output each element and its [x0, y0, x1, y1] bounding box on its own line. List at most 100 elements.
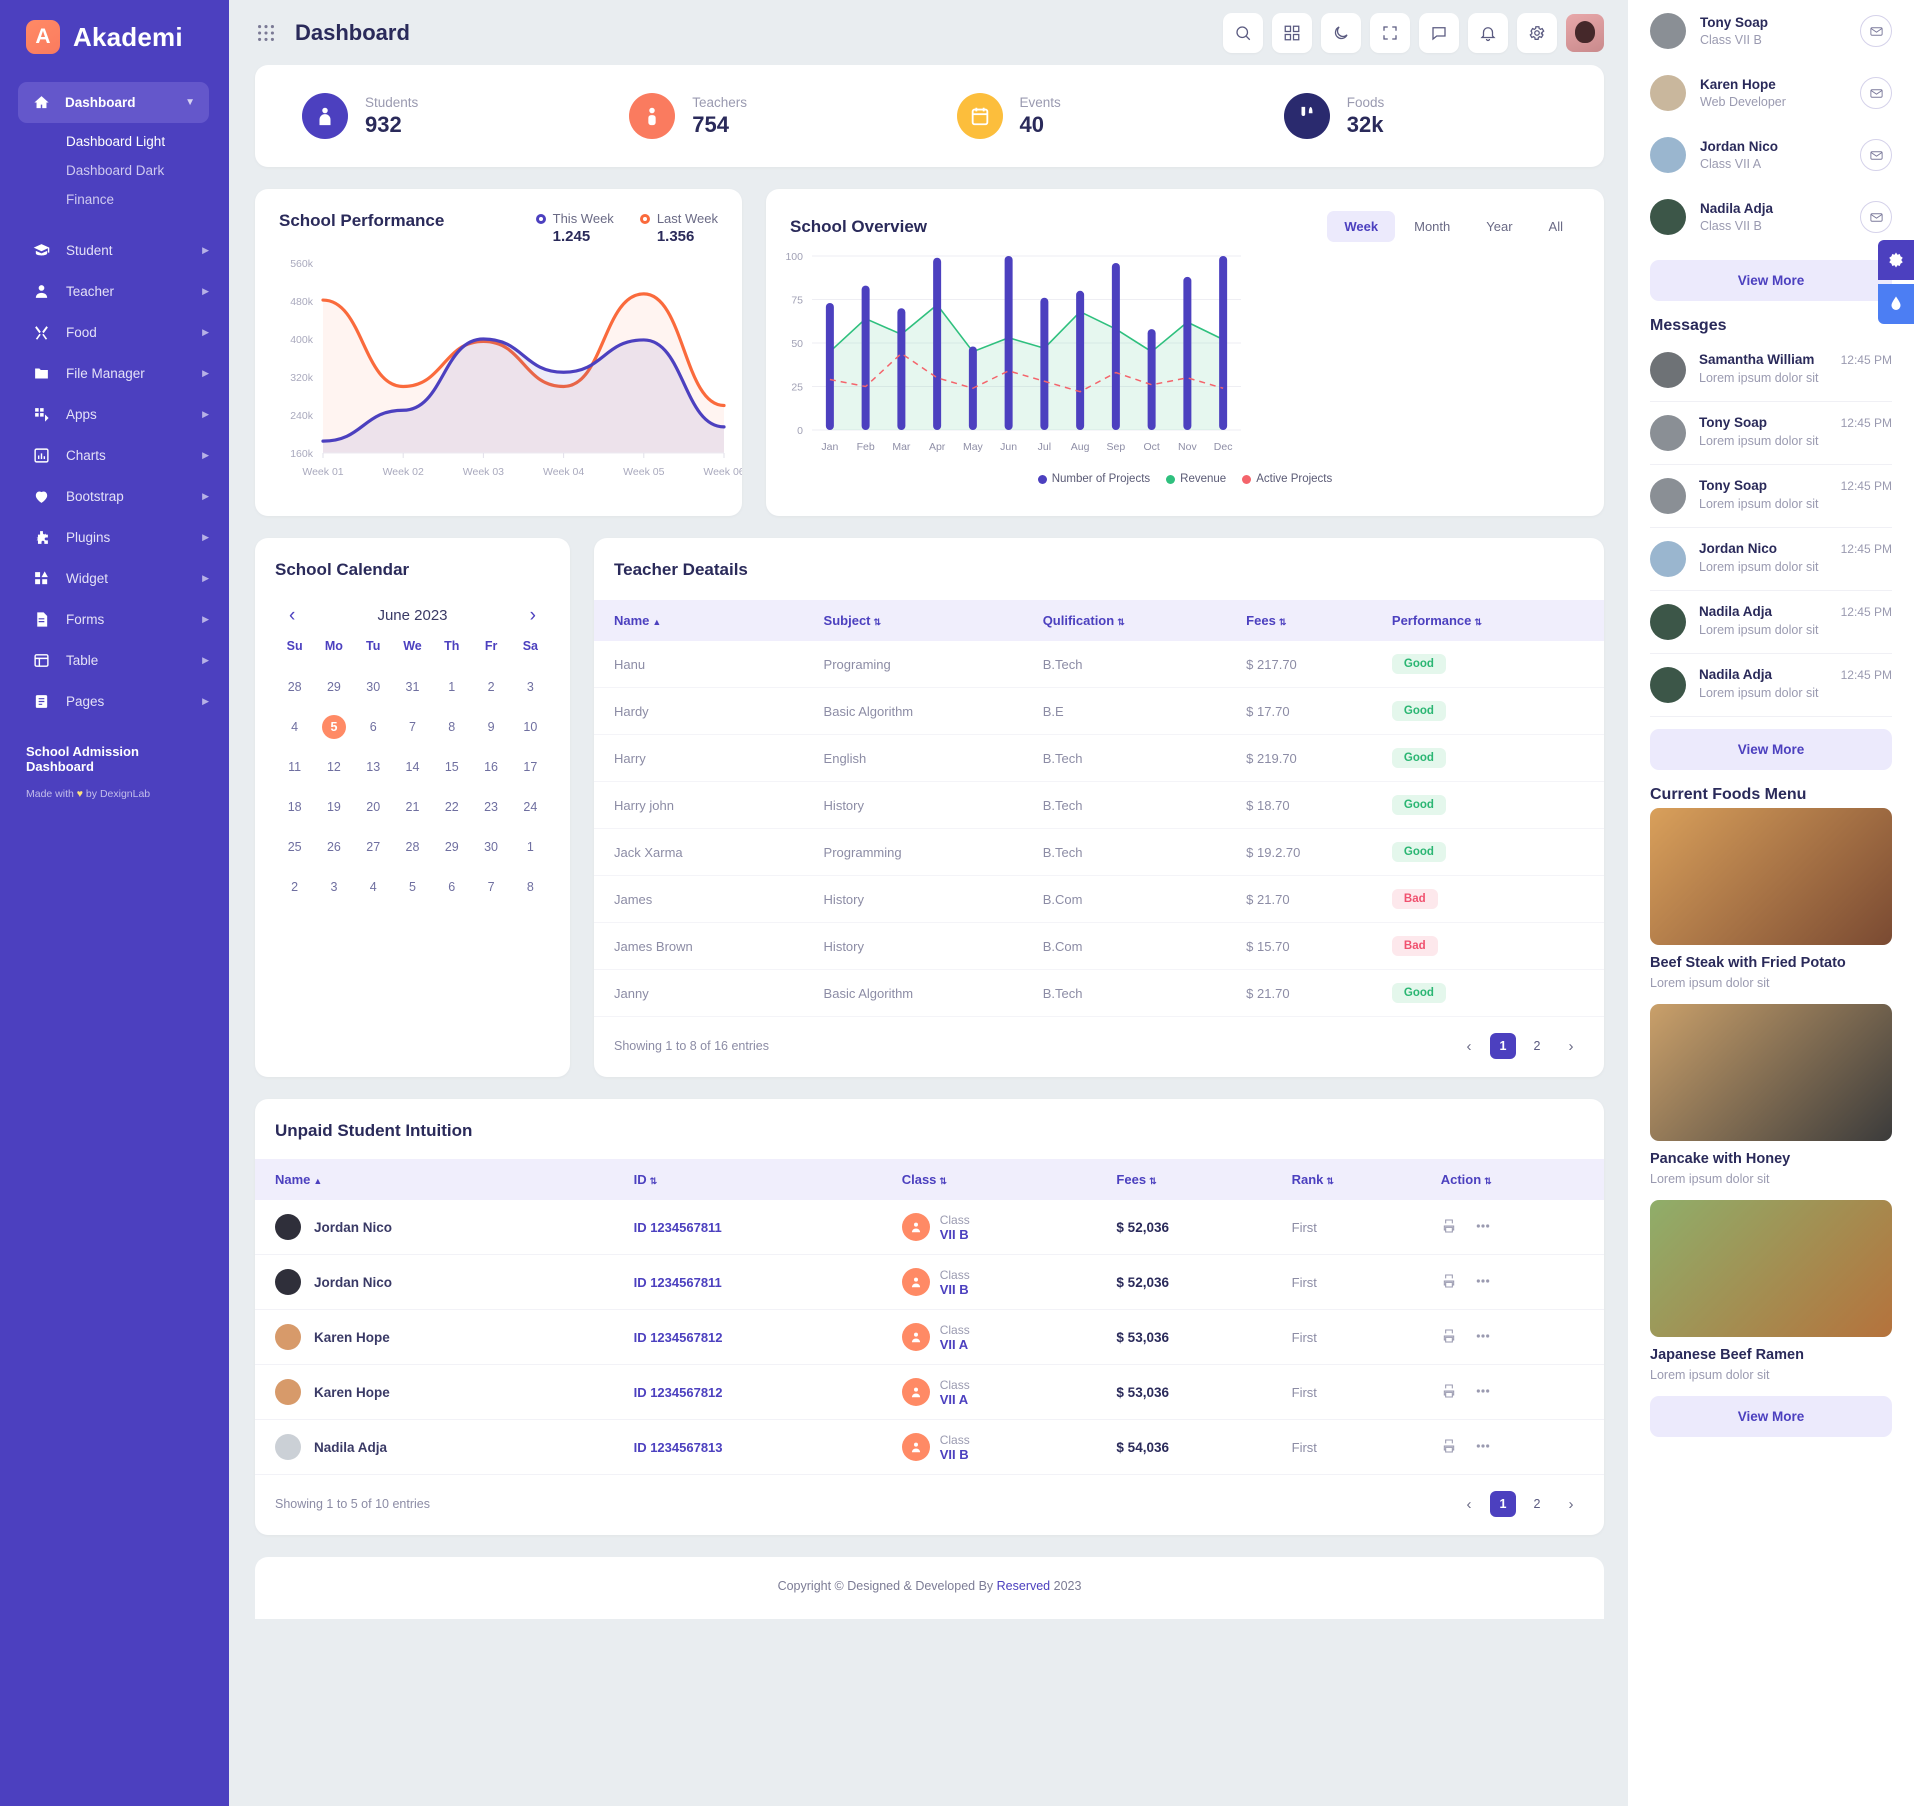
page-2[interactable]: 2 — [1524, 1491, 1550, 1517]
messages-view-more-button[interactable]: View More — [1650, 729, 1892, 770]
calendar-day[interactable]: 6 — [354, 715, 393, 739]
calendar-day[interactable]: 30 — [354, 675, 393, 699]
calendar-day[interactable]: 28 — [275, 675, 314, 699]
calendar-day[interactable]: 7 — [393, 715, 432, 739]
calendar-day[interactable]: 28 — [393, 835, 432, 859]
contacts-view-more-button[interactable]: View More — [1650, 260, 1892, 301]
more-options-icon[interactable] — [1475, 1438, 1491, 1457]
sidebar-item-table[interactable]: Table ▶ — [0, 640, 229, 681]
sidebar-item-dashboard[interactable]: Dashboard ▼ — [18, 82, 209, 123]
calendar-day[interactable]: 2 — [471, 675, 510, 699]
sidebar-item-plugins[interactable]: Plugins ▶ — [0, 517, 229, 558]
stat-card-foods[interactable]: Foods 32k — [1257, 93, 1584, 139]
sidebar-item-student[interactable]: Student ▶ — [0, 230, 229, 271]
calendar-day[interactable]: 7 — [471, 875, 510, 899]
calendar-day[interactable]: 20 — [354, 795, 393, 819]
tab-year[interactable]: Year — [1469, 211, 1529, 242]
calendar-day[interactable]: 8 — [432, 715, 471, 739]
calendar-day[interactable]: 22 — [432, 795, 471, 819]
print-icon[interactable] — [1441, 1218, 1457, 1237]
message-row[interactable]: Samantha William 12:45 PM Lorem ipsum dolo… — [1650, 339, 1892, 402]
gear-icon[interactable] — [1517, 12, 1557, 53]
calendar-day[interactable]: 23 — [471, 795, 510, 819]
calendar-day[interactable]: 3 — [511, 675, 550, 699]
calendar-day[interactable]: 10 — [511, 715, 550, 739]
gear-icon[interactable] — [1878, 240, 1914, 280]
column-header[interactable]: Fees ⇅ — [1108, 1159, 1284, 1200]
page-1[interactable]: 1 — [1490, 1491, 1516, 1517]
droplet-icon[interactable] — [1878, 284, 1914, 324]
food-item[interactable]: Pancake with Honey Lorem ipsum dolor sit — [1650, 1004, 1892, 1186]
calendar-day[interactable]: 17 — [511, 755, 550, 779]
contact-row[interactable]: Karen Hope Web Developer — [1650, 62, 1892, 124]
calendar-day[interactable]: 18 — [275, 795, 314, 819]
print-icon[interactable] — [1441, 1438, 1457, 1457]
message-row[interactable]: Nadila Adja 12:45 PM Lorem ipsum dolor sit — [1650, 654, 1892, 717]
chat-icon[interactable] — [1419, 12, 1459, 53]
more-options-icon[interactable] — [1475, 1218, 1491, 1237]
prev-page-icon[interactable]: ‹ — [1456, 1033, 1482, 1059]
column-header[interactable]: Name ▲ — [255, 1159, 626, 1200]
calendar-day[interactable]: 3 — [314, 875, 353, 899]
next-page-icon[interactable]: › — [1558, 1033, 1584, 1059]
tab-all[interactable]: All — [1532, 211, 1580, 242]
column-header[interactable]: Subject ⇅ — [815, 600, 1035, 641]
column-header[interactable]: Action ⇅ — [1432, 1159, 1604, 1200]
page-2[interactable]: 2 — [1524, 1033, 1550, 1059]
calendar-day[interactable]: 16 — [471, 755, 510, 779]
envelope-icon[interactable] — [1860, 139, 1892, 171]
envelope-icon[interactable] — [1860, 201, 1892, 233]
next-page-icon[interactable]: › — [1558, 1491, 1584, 1517]
calendar-day[interactable]: 25 — [275, 835, 314, 859]
calendar-day[interactable]: 27 — [354, 835, 393, 859]
more-options-icon[interactable] — [1475, 1383, 1491, 1402]
calendar-day[interactable]: 1 — [511, 835, 550, 859]
print-icon[interactable] — [1441, 1328, 1457, 1347]
calendar-day[interactable]: 29 — [314, 675, 353, 699]
food-item[interactable]: Beef Steak with Fried Potato Lorem ipsum … — [1650, 808, 1892, 990]
fullscreen-icon[interactable] — [1370, 12, 1410, 53]
calendar-day[interactable]: 1 — [432, 675, 471, 699]
message-row[interactable]: Tony Soap 12:45 PM Lorem ipsum dolor sit — [1650, 465, 1892, 528]
calendar-day[interactable]: 4 — [275, 715, 314, 739]
contact-row[interactable]: Tony Soap Class VII B — [1650, 0, 1892, 62]
sidebar-item-apps[interactable]: Apps ▶ — [0, 394, 229, 435]
calendar-day[interactable]: 2 — [275, 875, 314, 899]
sidebar-subitem-dashboard-light[interactable]: Dashboard Light — [0, 127, 229, 156]
calendar-day[interactable]: 9 — [471, 715, 510, 739]
stat-card-teachers[interactable]: Teachers 754 — [602, 93, 929, 139]
calendar-day[interactable]: 14 — [393, 755, 432, 779]
foods-view-more-button[interactable]: View More — [1650, 1396, 1892, 1437]
sidebar-item-bootstrap[interactable]: Bootstrap ▶ — [0, 476, 229, 517]
calendar-day[interactable]: 24 — [511, 795, 550, 819]
avatar[interactable] — [1566, 13, 1604, 52]
prev-page-icon[interactable]: ‹ — [1456, 1491, 1482, 1517]
column-header[interactable]: Rank ⇅ — [1283, 1159, 1433, 1200]
menu-grid-icon[interactable] — [255, 22, 281, 44]
calendar-day[interactable]: 5 — [393, 875, 432, 899]
column-header[interactable]: Qulification ⇅ — [1034, 600, 1239, 641]
calendar-day[interactable]: 8 — [511, 875, 550, 899]
sidebar-subitem-finance[interactable]: Finance — [0, 185, 229, 214]
message-row[interactable]: Tony Soap 12:45 PM Lorem ipsum dolor sit — [1650, 402, 1892, 465]
more-options-icon[interactable] — [1475, 1328, 1491, 1347]
sidebar-item-teacher[interactable]: Teacher ▶ — [0, 271, 229, 312]
calendar-day[interactable]: 5 — [321, 715, 346, 739]
sidebar-item-forms[interactable]: Forms ▶ — [0, 599, 229, 640]
column-header[interactable]: Class ⇅ — [893, 1159, 1109, 1200]
calendar-day[interactable]: 15 — [432, 755, 471, 779]
calendar-prev-icon[interactable]: ‹ — [289, 606, 295, 625]
page-1[interactable]: 1 — [1490, 1033, 1516, 1059]
print-icon[interactable] — [1441, 1273, 1457, 1292]
column-header[interactable]: ID ⇅ — [625, 1159, 894, 1200]
envelope-icon[interactable] — [1860, 15, 1892, 47]
stat-card-students[interactable]: Students 932 — [275, 93, 602, 139]
contact-row[interactable]: Jordan Nico Class VII A — [1650, 124, 1892, 186]
search-icon[interactable] — [1223, 12, 1263, 53]
sidebar-subitem-dashboard-dark[interactable]: Dashboard Dark — [0, 156, 229, 185]
sidebar-item-file-manager[interactable]: File Manager ▶ — [0, 353, 229, 394]
column-header[interactable]: Fees ⇅ — [1238, 600, 1384, 641]
message-row[interactable]: Jordan Nico 12:45 PM Lorem ipsum dolor sit — [1650, 528, 1892, 591]
calendar-day[interactable]: 19 — [314, 795, 353, 819]
brand[interactable]: A Akademi — [0, 0, 229, 76]
